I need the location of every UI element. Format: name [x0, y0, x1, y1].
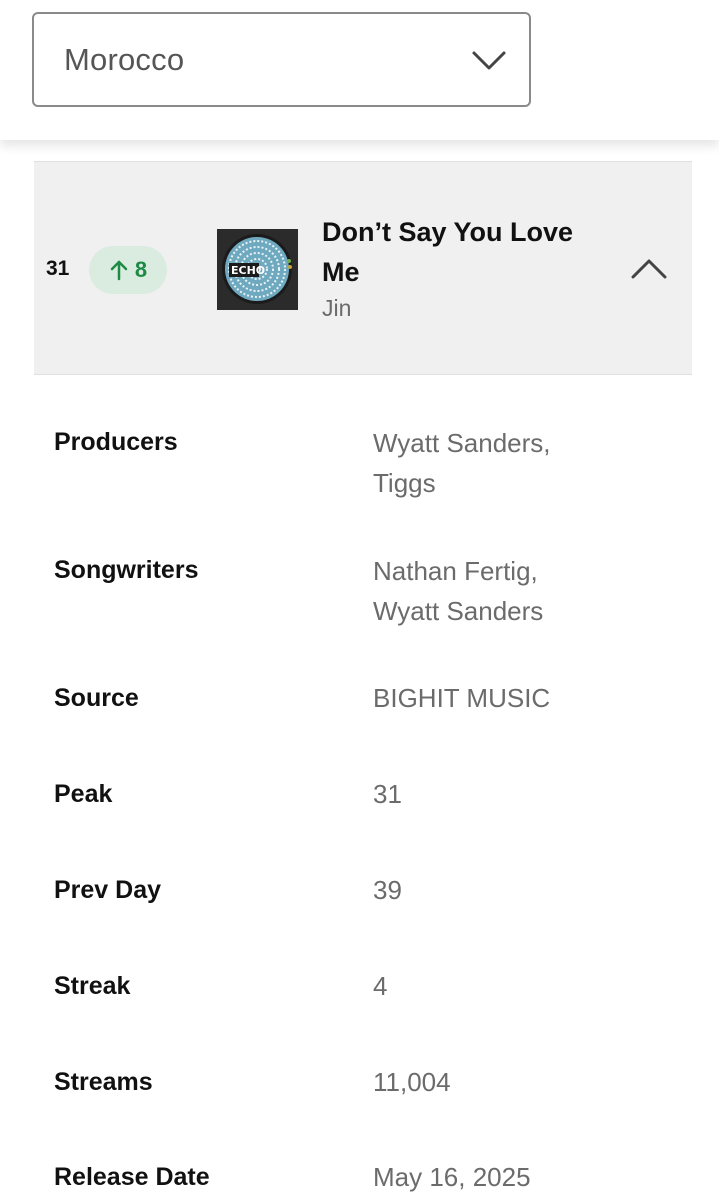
- songwriter-2: Wyatt Sanders: [373, 596, 544, 626]
- source-label: Source: [54, 684, 139, 712]
- prev-day-value: 39: [373, 875, 402, 905]
- cover-text: ECHO: [231, 264, 265, 277]
- producer-2: Tiggs: [373, 468, 436, 498]
- album-art-image: ECHO: [217, 229, 298, 310]
- track-rank: 31: [46, 257, 70, 280]
- album-cover: ECHO: [217, 229, 298, 310]
- release-date-label: Release Date: [54, 1163, 210, 1191]
- country-select-value: Morocco: [64, 41, 185, 77]
- streak-label: Streak: [54, 972, 131, 1000]
- arrow-up-icon: [110, 260, 128, 281]
- prev-day-label: Prev Day: [54, 876, 162, 904]
- songwriters-value: Nathan Fertig, Wyatt Sanders: [373, 551, 673, 631]
- streams-value: 11,004: [373, 1067, 451, 1097]
- track-artist[interactable]: Jin: [322, 295, 351, 322]
- songwriter-1: Nathan Fertig,: [373, 556, 538, 586]
- producers-label: Producers: [54, 428, 178, 456]
- producer-1: Wyatt Sanders,: [373, 428, 551, 458]
- songwriters-label: Songwriters: [54, 556, 199, 584]
- release-date-value: May 16, 2025: [373, 1162, 531, 1192]
- peak-value: 31: [373, 779, 402, 809]
- country-select[interactable]: Morocco: [32, 12, 531, 107]
- streak-value: 4: [373, 971, 388, 1001]
- rank-change-value: 8: [134, 257, 148, 282]
- chevron-up-icon[interactable]: [629, 254, 669, 284]
- track-row[interactable]: 31 8 ECHO Don’t Say You Love Me Jin: [34, 161, 692, 375]
- peak-label: Peak: [54, 780, 113, 808]
- rank-change-badge: 8: [89, 246, 167, 294]
- streams-label: Streams: [54, 1068, 153, 1096]
- top-bar: Morocco: [0, 0, 719, 140]
- producers-value: Wyatt Sanders, Tiggs: [373, 423, 673, 503]
- track-title[interactable]: Don’t Say You Love Me: [322, 212, 612, 292]
- chevron-down-icon: [472, 51, 506, 70]
- source-value: BIGHIT MUSIC: [373, 683, 551, 713]
